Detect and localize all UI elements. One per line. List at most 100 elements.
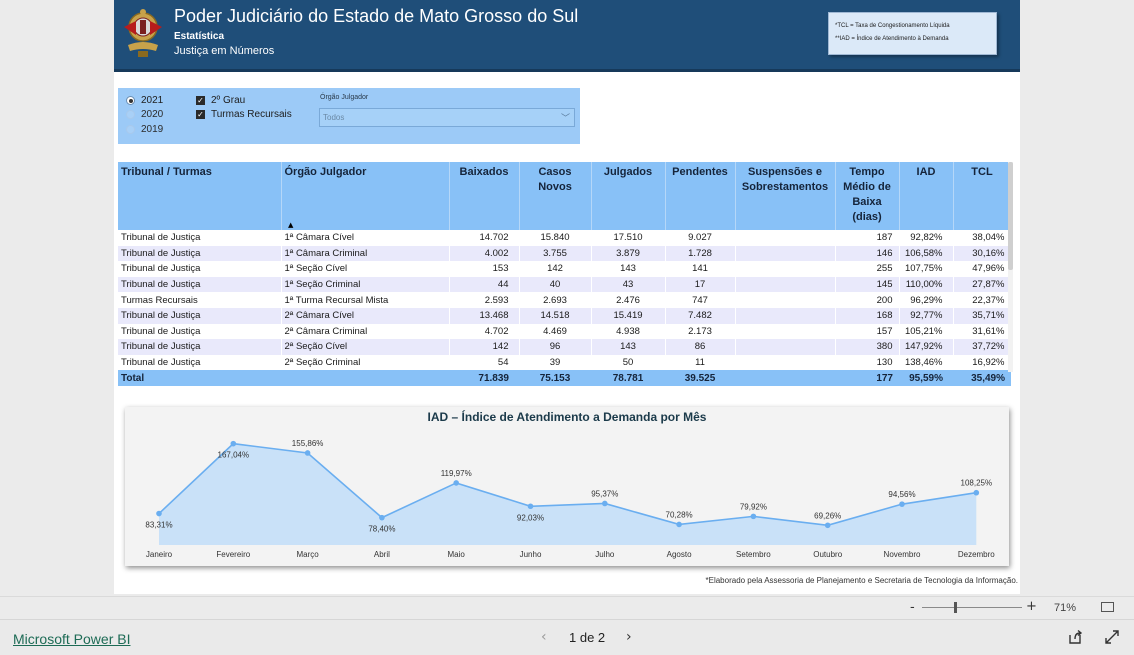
table-cell: 96,29% bbox=[899, 292, 954, 308]
table-cell: 110,00% bbox=[899, 276, 954, 293]
table-cell: 1ª Câmara Criminal bbox=[281, 245, 450, 262]
total-cell: 39.525 bbox=[665, 370, 735, 387]
next-page-button[interactable]: › bbox=[626, 629, 632, 645]
table-row[interactable]: Tribunal de Justiça 1ª Câmara Criminal 4.0… bbox=[118, 245, 1012, 262]
chart-point[interactable] bbox=[750, 513, 757, 520]
chart-data-label: 92,03% bbox=[517, 513, 544, 522]
table-cell: 142 bbox=[519, 261, 592, 277]
table-scrollbar[interactable] bbox=[1008, 162, 1013, 372]
table-cell: 17.510 bbox=[591, 230, 666, 246]
table-cell: 39 bbox=[519, 354, 592, 371]
table-cell: 4.469 bbox=[519, 323, 592, 340]
previous-page-button[interactable]: ‹ bbox=[541, 629, 547, 645]
table-cell: 30,16% bbox=[953, 245, 1012, 262]
chart-x-tick-label: Setembro bbox=[736, 550, 771, 559]
chart-point[interactable] bbox=[676, 521, 682, 528]
zoom-out-button[interactable]: - bbox=[910, 600, 915, 615]
table-cell: 13.468 bbox=[449, 307, 520, 324]
chart-point[interactable] bbox=[602, 500, 608, 507]
total-cell: 95,59% bbox=[899, 370, 953, 387]
chart-point[interactable] bbox=[527, 503, 534, 510]
report-subtitle: Estatística bbox=[174, 31, 225, 42]
table-row[interactable]: Tribunal de Justiça 2ª Seção Cível 142 96 14… bbox=[118, 339, 1012, 355]
table-row[interactable]: Tribunal de Justiça 2ª Câmara Cível 13.468… bbox=[118, 307, 1012, 324]
scrollbar-thumb[interactable] bbox=[1008, 162, 1013, 270]
chart-area-fill bbox=[159, 443, 977, 545]
chart-point[interactable] bbox=[899, 501, 905, 507]
col-header-tribunal[interactable]: Tribunal / Turmas bbox=[118, 162, 282, 230]
report-canvas: Poder Judiciário do Estado de Mato Gross… bbox=[114, 0, 1020, 594]
table-cell: 2ª Câmara Criminal bbox=[281, 323, 450, 340]
chart-x-tick-label: Novembro bbox=[884, 550, 921, 559]
col-header-casos-novos[interactable]: Casos Novos bbox=[519, 162, 592, 230]
table-row[interactable]: Tribunal de Justiça 1ª Câmara Cível 14.702… bbox=[118, 230, 1012, 246]
zoom-slider-thumb[interactable] bbox=[954, 602, 957, 613]
col-header-pendentes[interactable]: Pendentes bbox=[665, 162, 736, 230]
col-header-orgao[interactable]: Órgão Julgador bbox=[281, 162, 450, 230]
fullscreen-icon[interactable] bbox=[1104, 629, 1120, 645]
chart-point[interactable] bbox=[156, 510, 162, 517]
year-label: 2021 bbox=[141, 95, 164, 106]
table-row[interactable]: Turmas Recursais 1ª Turma Recursal Mista 2… bbox=[118, 292, 1012, 308]
table-cell: 157 bbox=[835, 323, 900, 340]
report-title: Poder Judiciário do Estado de Mato Gross… bbox=[174, 6, 579, 26]
year-2019-radio[interactable]: 2019 bbox=[126, 124, 163, 135]
table-row[interactable]: Tribunal de Justiça 1ª Seção Cível 153 142 1… bbox=[118, 261, 1012, 277]
share-icon[interactable] bbox=[1067, 629, 1083, 645]
sort-ascending-icon[interactable]: ▲ bbox=[288, 221, 293, 229]
col-header-iad[interactable]: IAD bbox=[899, 162, 954, 230]
table-row[interactable]: Tribunal de Justiça 1ª Seção Criminal 44 40… bbox=[118, 276, 1012, 293]
chart-data-label: 83,31% bbox=[145, 521, 172, 530]
table-cell: Tribunal de Justiça bbox=[118, 354, 282, 371]
chart-point[interactable] bbox=[230, 440, 237, 447]
table-cell: 15.840 bbox=[519, 230, 592, 246]
table-row[interactable]: Tribunal de Justiça 2ª Seção Criminal 54 39… bbox=[118, 354, 1012, 371]
col-header-suspensoes[interactable]: Suspensões e Sobrestamentos bbox=[735, 162, 836, 230]
chart-x-tick-label: Dezembro bbox=[958, 550, 995, 559]
checkbox-label: 2º Grau bbox=[211, 95, 246, 106]
col-header-baixados[interactable]: Baixados bbox=[449, 162, 520, 230]
table-cell: 92,77% bbox=[899, 307, 954, 324]
chart-point[interactable] bbox=[973, 489, 980, 496]
table-cell: Tribunal de Justiça bbox=[118, 276, 282, 293]
table-header-row: Tribunal / Turmas Órgão Julgador Baixado… bbox=[118, 162, 1012, 230]
table-row[interactable]: Tribunal de Justiça 2ª Câmara Criminal 4.7… bbox=[118, 323, 1012, 340]
orgao-selected-value: Todos bbox=[323, 113, 345, 122]
table-cell: Turmas Recursais bbox=[118, 292, 282, 308]
chart-point[interactable] bbox=[453, 480, 460, 486]
table-cell: Tribunal de Justiça bbox=[118, 245, 282, 262]
year-2021-radio[interactable]: 2021 bbox=[126, 95, 163, 106]
table-cell: Tribunal de Justiça bbox=[118, 339, 282, 355]
total-cell: Total bbox=[118, 370, 281, 387]
chart-point[interactable] bbox=[304, 450, 311, 456]
year-2020-radio[interactable]: 2020 bbox=[126, 109, 163, 120]
orgao-julgador-dropdown[interactable]: Todos ﹀ bbox=[319, 108, 575, 127]
turmas-recursais-checkbox[interactable]: ✓ Turmas Recursais bbox=[196, 109, 292, 120]
col-header-tempo-medio[interactable]: Tempo Médio de Baixa (dias) bbox=[835, 162, 900, 230]
table-cell: 107,75% bbox=[899, 261, 954, 277]
table-cell: 143 bbox=[591, 339, 666, 355]
table-cell bbox=[735, 261, 836, 277]
table-cell: 147,92% bbox=[899, 339, 954, 355]
col-header-tcl[interactable]: TCL bbox=[953, 162, 1012, 230]
table-cell: 2ª Seção Cível bbox=[281, 339, 450, 355]
legend-iad: **IAD = Índice de Atendimento à Demanda bbox=[835, 36, 949, 42]
col-header-julgados[interactable]: Julgados bbox=[591, 162, 666, 230]
power-bi-link[interactable]: Microsoft Power BI bbox=[13, 631, 130, 647]
table-cell: Tribunal de Justiça bbox=[118, 230, 282, 246]
table-cell: 31,61% bbox=[953, 323, 1012, 340]
zoom-in-button[interactable]: + bbox=[1026, 599, 1037, 614]
chart-point[interactable] bbox=[824, 522, 831, 529]
radio-selected-icon bbox=[126, 96, 135, 105]
total-cell: 71.839 bbox=[449, 370, 519, 387]
fit-to-page-icon[interactable] bbox=[1101, 602, 1114, 612]
table-cell: 11 bbox=[665, 354, 736, 371]
total-cell: 78.781 bbox=[591, 370, 665, 387]
zoom-percentage: 71% bbox=[1054, 602, 1077, 614]
table-cell: 3.755 bbox=[519, 245, 592, 262]
chart-point[interactable] bbox=[379, 514, 385, 521]
table-cell: 14.518 bbox=[519, 307, 592, 324]
segundo-grau-checkbox[interactable]: ✓ 2º Grau bbox=[196, 95, 245, 106]
table-cell: 96 bbox=[519, 339, 592, 355]
zoom-slider-track[interactable] bbox=[922, 607, 1022, 608]
